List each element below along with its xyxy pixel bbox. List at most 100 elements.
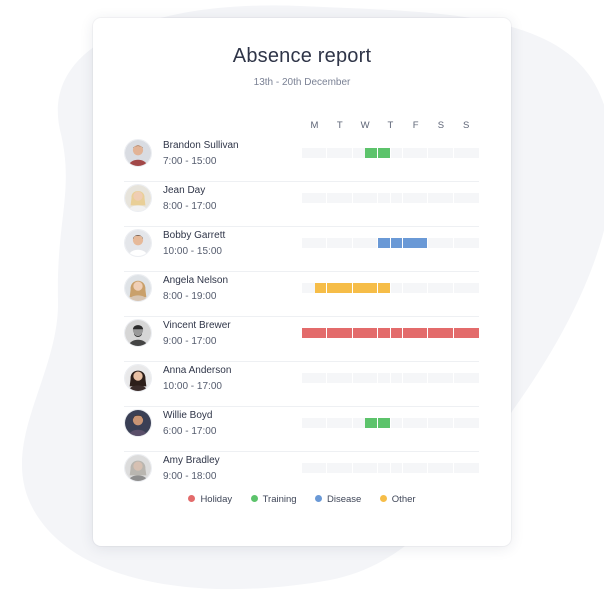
half-day-cell (415, 193, 428, 203)
absence-segment (377, 283, 391, 293)
half-day-cell (466, 463, 479, 473)
half-day-cell (365, 463, 377, 473)
day-label-wed: W (360, 120, 370, 131)
half-day-cell (441, 193, 453, 203)
employee-row[interactable]: Angela Nelson 8:00 - 19:00 (124, 272, 479, 317)
half-day-cell (390, 373, 403, 383)
half-day-cell (390, 463, 403, 473)
half-day-cell (352, 463, 366, 473)
half-day-cell (403, 148, 416, 158)
week-track (302, 373, 479, 383)
half-day-cell (466, 238, 479, 248)
half-day-cell (327, 148, 340, 158)
half-day-cell (415, 373, 428, 383)
half-day-cell (428, 283, 442, 293)
avatar (124, 274, 152, 302)
absence-segment (339, 283, 352, 293)
half-day-cell (428, 148, 442, 158)
absence-segment (377, 418, 391, 428)
day-label-sat: S (437, 120, 445, 131)
half-day-cell (390, 193, 403, 203)
week-track (302, 193, 479, 203)
legend-item-holiday: Holiday (188, 494, 232, 505)
half-day-cell (302, 148, 315, 158)
half-day-cell (327, 238, 340, 248)
half-day-cell (453, 238, 467, 248)
absence-segment (314, 328, 327, 338)
employee-hours: 9:00 - 17:00 (163, 336, 217, 347)
half-day-cell (403, 373, 416, 383)
half-day-cell (352, 238, 366, 248)
half-day-cell (403, 418, 416, 428)
half-day-cell (302, 193, 315, 203)
legend-item-disease: Disease (315, 494, 361, 505)
report-date-range: 13th - 20th December (253, 77, 351, 88)
employee-row[interactable]: Vincent Brewer 9:00 - 17:00 (124, 317, 479, 362)
half-day-cell (339, 238, 352, 248)
half-day-cell (302, 283, 315, 293)
half-day-cell (415, 418, 428, 428)
half-day-cell (302, 463, 315, 473)
absence-segment (403, 238, 416, 248)
employee-row[interactable]: Jean Day 8:00 - 17:00 (124, 182, 479, 227)
half-day-cell (314, 148, 327, 158)
half-day-cell (466, 193, 479, 203)
half-day-cell (453, 283, 467, 293)
employee-row[interactable]: Willie Boyd 6:00 - 17:00 (124, 407, 479, 452)
half-day-cell (415, 148, 428, 158)
employee-hours: 9:00 - 18:00 (163, 471, 217, 482)
half-day-cell (428, 373, 442, 383)
employee-row[interactable]: Brandon Sullivan 7:00 - 15:00 (124, 137, 479, 182)
half-day-cell (466, 148, 479, 158)
half-day-cell (352, 418, 366, 428)
half-day-cell (466, 418, 479, 428)
absence-segment (377, 238, 391, 248)
absence-segment (377, 328, 391, 338)
absence-segment (365, 418, 377, 428)
half-day-cell (377, 463, 391, 473)
half-day-cell (339, 463, 352, 473)
half-day-cell (352, 148, 366, 158)
absence-segment (327, 328, 340, 338)
half-day-cell (441, 373, 453, 383)
employee-row[interactable]: Anna Anderson 10:00 - 17:00 (124, 362, 479, 407)
half-day-cell (428, 193, 442, 203)
half-day-cell (415, 283, 428, 293)
half-day-cell (365, 238, 377, 248)
employee-hours: 6:00 - 17:00 (163, 426, 217, 437)
half-day-cell (365, 373, 377, 383)
day-label-sun: S (463, 120, 470, 131)
half-day-cell (415, 463, 428, 473)
half-day-cell (441, 238, 453, 248)
employee-name: Bobby Garrett (163, 230, 226, 241)
absence-segment (352, 328, 366, 338)
legend-item-other: Other (379, 494, 416, 505)
half-day-cell (314, 418, 327, 428)
week-track (302, 463, 479, 473)
half-day-cell (327, 418, 340, 428)
absence-segment (365, 148, 377, 158)
avatar (124, 319, 152, 347)
avatar (124, 409, 152, 437)
day-label-thu: T (387, 120, 394, 131)
half-day-cell (302, 373, 315, 383)
half-day-cell (352, 193, 366, 203)
training-dot-icon (250, 495, 258, 502)
absence-segment (327, 283, 340, 293)
employee-row[interactable]: Bobby Garrett 10:00 - 15:00 (124, 227, 479, 272)
half-day-cell (466, 283, 479, 293)
absence-segment (352, 283, 366, 293)
half-day-cell (339, 373, 352, 383)
week-track (302, 238, 479, 248)
half-day-cell (428, 238, 442, 248)
absence-segment (453, 328, 467, 338)
half-day-cell (314, 238, 327, 248)
absence-segment (314, 283, 327, 293)
absence-segment (390, 328, 403, 338)
absence-segment (377, 148, 391, 158)
half-day-cell (352, 373, 366, 383)
disease-dot-icon (315, 495, 323, 502)
avatar (124, 364, 152, 392)
holiday-dot-icon (188, 495, 196, 502)
half-day-cell (339, 148, 352, 158)
